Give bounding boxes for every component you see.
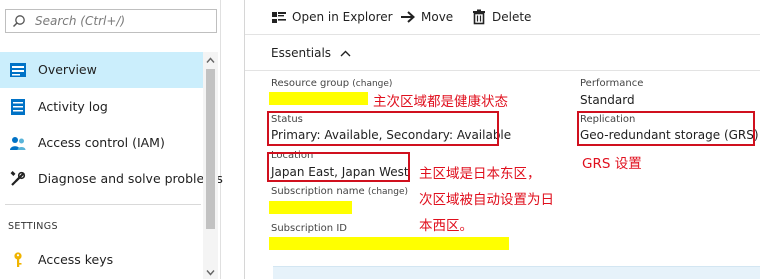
nav-label-diagnose: Diagnose and solve problems <box>38 171 223 186</box>
arrow-right-icon <box>401 11 415 23</box>
status-highlight-box <box>267 111 499 146</box>
location-highlight-box <box>267 152 410 182</box>
key-icon <box>14 252 22 267</box>
subscription-change-link[interactable]: (change) <box>368 187 408 197</box>
overview-icon <box>10 63 26 77</box>
scroll-thumb[interactable] <box>206 69 215 229</box>
delete-label: Delete <box>492 10 532 24</box>
grs-annotation: GRS 设置 <box>582 156 642 172</box>
nav-label-activity-log: Activity log <box>38 99 108 114</box>
search-input[interactable]: Search (Ctrl+/) <box>5 9 217 33</box>
resource-group-redacted <box>269 92 368 105</box>
settings-section-header: SETTINGS <box>8 221 58 232</box>
essentials-title: Essentials <box>271 46 332 60</box>
storage-overview-blade: Open in Explorer Move Delete Essentials … <box>244 0 760 279</box>
nav-scrollbar[interactable] <box>203 52 218 279</box>
resource-group-change-link[interactable]: (change) <box>352 79 392 89</box>
move-label: Move <box>421 10 454 24</box>
left-navigation: Search (Ctrl+/) Overview Activity log Ac… <box>0 0 223 279</box>
delete-button[interactable]: Delete <box>471 8 531 26</box>
move-button[interactable]: Move <box>400 8 453 26</box>
bottom-tile-strip <box>273 266 760 279</box>
region-annotation-line1: 主区域是日本东区， <box>419 166 541 182</box>
subscription-id-label: Subscription ID <box>271 223 347 234</box>
region-annotation-line2: 次区域被自动设置为日 <box>419 192 554 208</box>
subscription-name-label-text: Subscription name <box>271 186 365 197</box>
scroll-down-icon[interactable] <box>206 268 215 277</box>
explorer-icon <box>272 12 286 23</box>
nav-label-access-control: Access control (IAM) <box>38 135 165 150</box>
resource-group-label: Resource group (change) <box>271 78 392 89</box>
chevron-up-icon <box>340 50 351 56</box>
nav-item-access-keys[interactable]: Access keys <box>0 242 203 278</box>
resource-group-label-text: Resource group <box>271 78 350 89</box>
wrench-icon <box>10 171 26 186</box>
search-icon <box>12 15 25 28</box>
essentials-divider <box>245 70 760 71</box>
nav-divider <box>5 204 201 205</box>
replication-highlight-box <box>577 111 755 146</box>
trash-icon <box>473 9 485 25</box>
activity-log-icon <box>11 99 25 115</box>
nav-item-access-control[interactable]: Access control (IAM) <box>0 125 203 161</box>
open-in-explorer-label: Open in Explorer <box>292 10 393 24</box>
scroll-up-icon[interactable] <box>206 56 215 65</box>
subscription-name-label: Subscription name (change) <box>271 186 408 197</box>
iam-icon <box>10 137 26 150</box>
nav-item-overview[interactable]: Overview <box>0 52 203 88</box>
subscription-name-redacted <box>269 201 352 214</box>
nav-label-access-keys: Access keys <box>38 252 114 267</box>
nav-label-overview: Overview <box>38 62 97 77</box>
region-annotation-line3: 本西区。 <box>419 218 473 234</box>
nav-item-diagnose[interactable]: Diagnose and solve problems <box>0 161 223 197</box>
subscription-id-redacted <box>269 237 509 250</box>
nav-item-activity-log[interactable]: Activity log <box>0 89 203 125</box>
health-annotation: 主次区域都是健康状态 <box>373 94 508 110</box>
toolbar-divider <box>245 34 760 35</box>
performance-value: Standard <box>580 93 635 107</box>
essentials-toggle[interactable]: Essentials <box>271 46 351 60</box>
open-in-explorer-button[interactable]: Open in Explorer <box>271 8 393 26</box>
search-placeholder: Search (Ctrl+/) <box>35 14 126 28</box>
performance-label: Performance <box>580 78 644 89</box>
